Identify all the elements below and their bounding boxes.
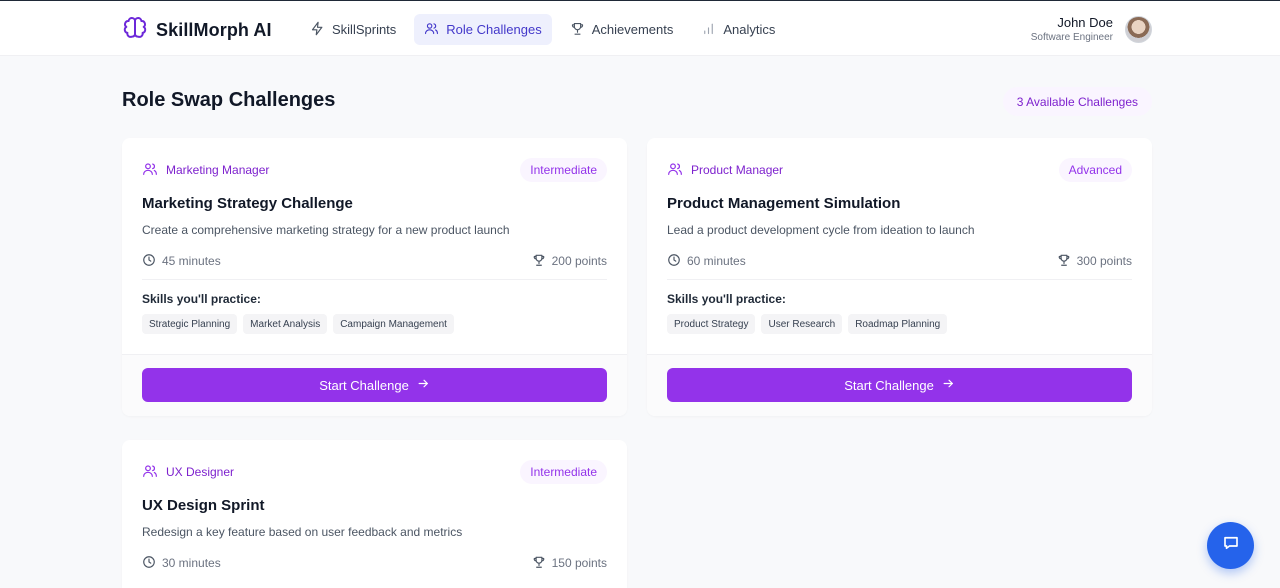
duration: 60 minutes — [667, 253, 746, 270]
challenge-title: UX Design Sprint — [142, 497, 265, 514]
challenge-role: Product Manager — [667, 161, 783, 180]
card-footer: Start Challenge — [122, 354, 627, 416]
start-challenge-label: Start Challenge — [319, 377, 409, 393]
nav-item-label: Role Challenges — [446, 22, 542, 37]
skills-label: Skills you'll practice: — [142, 292, 261, 306]
challenge-role: UX Designer — [142, 463, 234, 482]
points: 300 points — [1057, 253, 1132, 270]
difficulty-badge: Advanced — [1058, 158, 1132, 182]
skills-label: Skills you'll practice: — [667, 292, 786, 306]
main-nav: SkillSprints Role Challenges Achievement… — [300, 14, 785, 45]
divider — [142, 279, 607, 280]
challenge-description: Create a comprehensive marketing strateg… — [142, 223, 510, 237]
challenge-title: Marketing Strategy Challenge — [142, 195, 353, 212]
nav-item-analytics[interactable]: Analytics — [691, 14, 785, 45]
start-challenge-button[interactable]: Start Challenge — [667, 368, 1132, 402]
chat-button[interactable] — [1207, 522, 1254, 569]
lightning-icon — [310, 21, 325, 39]
user-name: John Doe — [1057, 15, 1113, 30]
challenge-card-product: Product Manager Advanced Product Managem… — [647, 138, 1152, 416]
user-info: John Doe Software Engineer — [1031, 15, 1113, 44]
avatar[interactable] — [1125, 16, 1152, 43]
duration-value: 60 minutes — [687, 254, 746, 268]
points: 200 points — [532, 253, 607, 270]
points: 150 points — [532, 555, 607, 572]
user-profile[interactable]: John Doe Software Engineer — [1031, 15, 1152, 44]
brand-name: SkillMorph AI — [156, 20, 272, 40]
difficulty-badge: Intermediate — [520, 158, 607, 182]
chat-bubble-icon — [1222, 534, 1240, 557]
duration-value: 30 minutes — [162, 556, 221, 570]
skill-chip: Roadmap Planning — [848, 314, 948, 334]
arrow-right-icon — [417, 377, 430, 393]
user-role: Software Engineer — [1030, 32, 1113, 43]
skill-chip: Campaign Management — [333, 314, 454, 334]
brand[interactable]: SkillMorph AI — [122, 15, 272, 46]
nav-item-skillsprints[interactable]: SkillSprints — [300, 14, 406, 45]
clock-icon — [142, 253, 156, 270]
bar-chart-icon — [701, 21, 716, 39]
skills-list: Strategic Planning Market Analysis Campa… — [142, 314, 607, 334]
challenge-card-marketing: Marketing Manager Intermediate Marketing… — [122, 138, 627, 416]
arrow-right-icon — [942, 377, 955, 393]
challenge-card-ux: UX Designer Intermediate UX Design Sprin… — [122, 440, 627, 588]
nav-item-label: SkillSprints — [332, 22, 397, 37]
users-icon — [142, 463, 158, 482]
trophy-icon — [1057, 253, 1071, 270]
divider — [667, 279, 1132, 280]
skill-chip: Strategic Planning — [142, 314, 238, 334]
top-navigation-bar: SkillMorph AI SkillSprints Role Challeng… — [0, 0, 1280, 56]
trophy-icon — [570, 21, 585, 39]
points-value: 300 points — [1076, 254, 1132, 268]
available-challenges-badge: 3 Available Challenges — [1002, 87, 1152, 116]
nav-item-achievements[interactable]: Achievements — [560, 14, 684, 45]
role-label: UX Designer — [166, 465, 235, 479]
trophy-icon — [532, 253, 546, 270]
role-label: Product Manager — [691, 163, 784, 177]
challenge-meta: 45 minutes 200 points — [142, 253, 607, 269]
clock-icon — [142, 555, 156, 572]
page-title: Role Swap Challenges — [122, 89, 336, 111]
duration: 30 minutes — [142, 555, 221, 572]
points-value: 150 points — [551, 556, 607, 570]
difficulty-badge: Intermediate — [520, 460, 607, 484]
nav-item-label: Analytics — [723, 22, 776, 37]
nav-item-role-challenges[interactable]: Role Challenges — [414, 14, 552, 45]
start-challenge-label: Start Challenge — [844, 377, 934, 393]
challenge-meta: 60 minutes 300 points — [667, 253, 1132, 269]
nav-item-label: Achievements — [591, 22, 674, 37]
skill-chip: Product Strategy — [667, 314, 756, 334]
skill-chip: User Research — [761, 314, 843, 334]
trophy-icon — [532, 555, 546, 572]
points-value: 200 points — [551, 254, 607, 268]
skills-list: Product Strategy User Research Roadmap P… — [667, 314, 1132, 334]
card-footer: Start Challenge — [647, 354, 1152, 416]
challenge-role: Marketing Manager — [142, 161, 269, 180]
users-icon — [424, 21, 439, 39]
users-icon — [667, 161, 683, 180]
duration: 45 minutes — [142, 253, 221, 270]
duration-value: 45 minutes — [162, 254, 221, 268]
brain-logo-icon — [122, 15, 148, 46]
users-icon — [142, 161, 158, 180]
start-challenge-button[interactable]: Start Challenge — [142, 368, 607, 402]
challenge-title: Product Management Simulation — [667, 195, 901, 212]
clock-icon — [667, 253, 681, 270]
challenge-meta: 30 minutes 150 points — [142, 555, 607, 571]
role-label: Marketing Manager — [166, 163, 270, 177]
challenge-description: Lead a product development cycle from id… — [667, 223, 975, 237]
challenge-description: Redesign a key feature based on user fee… — [142, 525, 463, 539]
skill-chip: Market Analysis — [243, 314, 328, 334]
